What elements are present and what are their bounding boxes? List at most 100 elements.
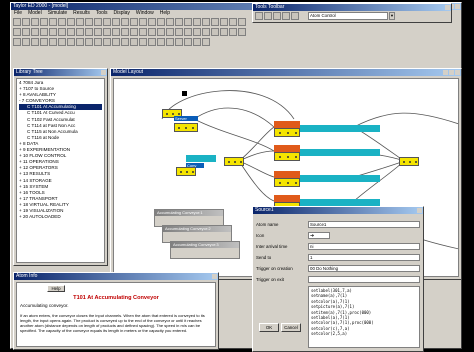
- queue-bar[interactable]: [274, 121, 300, 128]
- toolbar-icon[interactable]: [67, 18, 75, 26]
- menu-simulate[interactable]: Simulate: [48, 10, 67, 17]
- help-button[interactable]: Help: [47, 285, 65, 292]
- atom-control-select[interactable]: Atom Control: [308, 12, 388, 20]
- toolbar-icon[interactable]: [85, 38, 93, 46]
- toolbar-icon[interactable]: [67, 28, 75, 36]
- toolbar-icon[interactable]: [157, 38, 165, 46]
- toolbar-icon[interactable]: [22, 18, 30, 26]
- toolbar-icon[interactable]: [202, 28, 210, 36]
- menu-tools[interactable]: Tools: [96, 10, 108, 17]
- toolbar-icon[interactable]: [13, 18, 21, 26]
- toolbar-icon[interactable]: [49, 28, 57, 36]
- tool-icon[interactable]: [291, 12, 299, 20]
- toolbar-icon[interactable]: [112, 28, 120, 36]
- toolbar-icon[interactable]: [94, 18, 102, 26]
- conveyor-bar-2[interactable]: [300, 149, 380, 156]
- toolbar-icon[interactable]: [229, 18, 237, 26]
- close-icon[interactable]: [445, 5, 450, 10]
- toolbar-icon[interactable]: [211, 28, 219, 36]
- close-icon[interactable]: [212, 274, 217, 279]
- toolbar-icon[interactable]: [103, 28, 111, 36]
- toolbar-icon[interactable]: [22, 28, 30, 36]
- toolbar-icon[interactable]: [211, 18, 219, 26]
- chevron-down-icon[interactable]: ▼: [389, 12, 395, 20]
- toolbar-icon[interactable]: [148, 38, 156, 46]
- menu-model[interactable]: Model: [28, 10, 42, 17]
- toolbar-icon[interactable]: [76, 38, 84, 46]
- queue-bar[interactable]: [274, 195, 300, 202]
- toolbar-icon[interactable]: [103, 18, 111, 26]
- toolbar-icon[interactable]: [166, 28, 174, 36]
- toolbar-icon[interactable]: [58, 28, 66, 36]
- tree-item[interactable]: + 20 AUTOLOADED: [19, 214, 102, 220]
- ok-button[interactable]: OK: [259, 323, 279, 332]
- minimize-icon[interactable]: [443, 70, 448, 75]
- toolbar-icon[interactable]: [175, 28, 183, 36]
- trigger-code-editor[interactable]: setlabel(301,7,a) setname(a),7(1) setcolor…: [308, 286, 420, 348]
- toolbar-icon[interactable]: [85, 28, 93, 36]
- queue-block-2[interactable]: [274, 152, 300, 161]
- conveyor-bar[interactable]: [186, 155, 216, 162]
- tool-icon[interactable]: [282, 12, 290, 20]
- queue-block-1[interactable]: [274, 128, 300, 137]
- toolbar-icon[interactable]: [157, 28, 165, 36]
- toolbar-icon[interactable]: [40, 18, 48, 26]
- toolbar-icon[interactable]: [202, 38, 210, 46]
- toolbar-icon[interactable]: [76, 18, 84, 26]
- trigger-on-creation-select[interactable]: 00 Do Nothing: [308, 265, 420, 272]
- toolbar-icon[interactable]: [175, 38, 183, 46]
- toolbar-icon[interactable]: [148, 28, 156, 36]
- toolbar-icon[interactable]: [31, 18, 39, 26]
- queue-bar[interactable]: [274, 145, 300, 152]
- server-block[interactable]: [174, 123, 198, 132]
- toolbar-icon[interactable]: [40, 28, 48, 36]
- tool-icon[interactable]: [264, 12, 272, 20]
- menu-file[interactable]: File: [14, 10, 22, 17]
- source-marker[interactable]: [182, 91, 187, 96]
- toolbar-icon[interactable]: [85, 18, 93, 26]
- toolbar-icon[interactable]: [130, 18, 138, 26]
- toolbar-icon[interactable]: [238, 28, 246, 36]
- toolbar-icon[interactable]: [58, 18, 66, 26]
- toolbar-icon[interactable]: [220, 28, 228, 36]
- toolbar-icon[interactable]: [67, 38, 75, 46]
- toolbar-icon[interactable]: [229, 28, 237, 36]
- conveyor-bar-1[interactable]: [300, 125, 380, 132]
- toolbar-icon[interactable]: [139, 38, 147, 46]
- toolbar-icon[interactable]: [76, 28, 84, 36]
- send-to-input[interactable]: 1: [308, 254, 420, 261]
- toolbar-icon[interactable]: [139, 18, 147, 26]
- toolbar-icon[interactable]: [166, 38, 174, 46]
- close-icon[interactable]: [101, 70, 106, 75]
- toolbar-icon[interactable]: [112, 38, 120, 46]
- toolbar-icon[interactable]: [157, 18, 165, 26]
- tool-icon[interactable]: [273, 12, 281, 20]
- toolbar-icon[interactable]: [220, 18, 228, 26]
- menu-help[interactable]: Help: [160, 10, 170, 17]
- tool-icon[interactable]: [255, 12, 263, 20]
- toolbar-icon[interactable]: [49, 18, 57, 26]
- icon-picker[interactable]: ➜: [308, 232, 330, 239]
- conveyor-bar-4[interactable]: [300, 199, 380, 206]
- toolbar-icon[interactable]: [184, 18, 192, 26]
- trigger-on-exit-select[interactable]: [308, 276, 420, 283]
- toolbar-icon[interactable]: [202, 18, 210, 26]
- toolbar-icon[interactable]: [238, 18, 246, 26]
- conveyor-bar-3[interactable]: [300, 175, 380, 182]
- conveyor-window-3[interactable]: Accumulating Conveyor:3: [170, 241, 240, 259]
- inter-arrival-time-input[interactable]: ni: [308, 243, 420, 250]
- toolbar-icon[interactable]: [184, 38, 192, 46]
- toolbar-icon[interactable]: [121, 28, 129, 36]
- toolbar-icon[interactable]: [13, 38, 21, 46]
- toolbar-icon[interactable]: [103, 38, 111, 46]
- close-icon[interactable]: [455, 4, 460, 9]
- menu-display[interactable]: Display: [114, 10, 130, 17]
- toolbar-icon[interactable]: [13, 28, 21, 36]
- sink-block[interactable]: [399, 157, 419, 166]
- router-block[interactable]: [224, 157, 244, 166]
- toolbar-icon[interactable]: [58, 38, 66, 46]
- toolbar-icon[interactable]: [22, 38, 30, 46]
- toolbar-icon[interactable]: [193, 18, 201, 26]
- menu-results[interactable]: Results: [73, 10, 90, 17]
- toolbar-icon[interactable]: [166, 18, 174, 26]
